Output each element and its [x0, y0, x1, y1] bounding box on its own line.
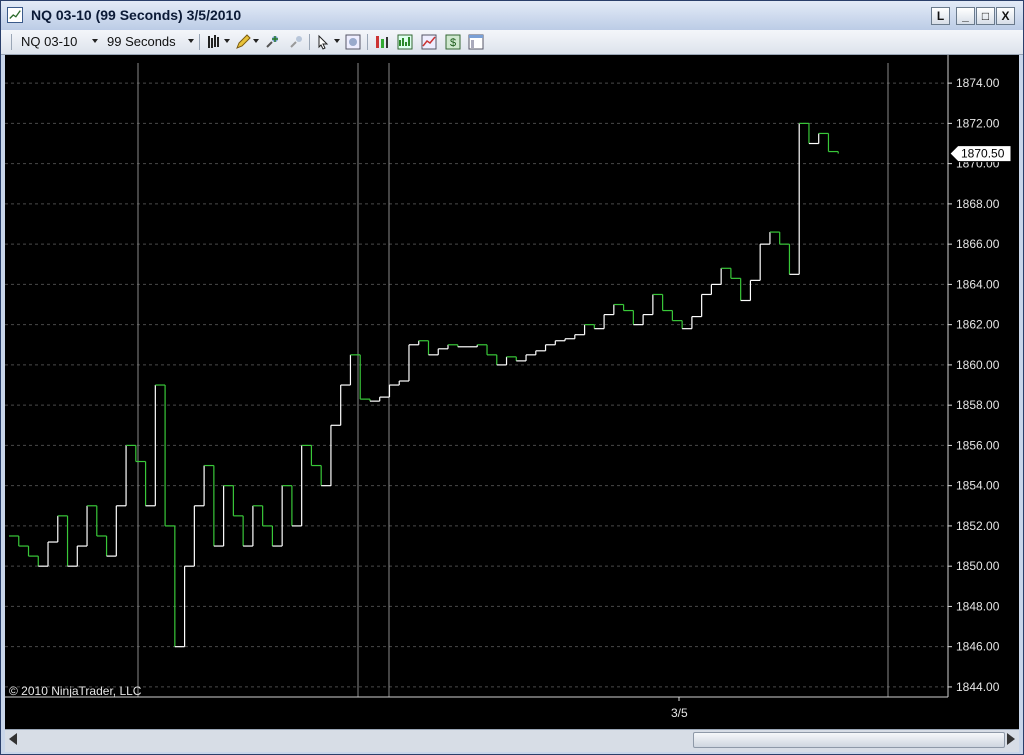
y-tick-label: 1846.00 [956, 640, 1000, 654]
toolbar-separator [367, 34, 368, 50]
chart-window: NQ 03-10 (99 Seconds) 3/5/2010 L _ □ X N… [0, 0, 1024, 755]
bar-type-dropdown-icon[interactable] [224, 39, 230, 43]
zoom-in-icon[interactable] [264, 34, 280, 50]
cursor-icon[interactable] [316, 34, 332, 50]
close-button[interactable]: X [996, 7, 1015, 25]
data-box-icon[interactable] [345, 34, 361, 50]
chart-style-icon[interactable] [421, 34, 437, 50]
instrument-dropdown-icon[interactable] [92, 39, 98, 43]
y-tick-label: 1850.00 [956, 559, 1000, 573]
draw-dropdown-icon[interactable] [253, 39, 259, 43]
zoom-out-icon[interactable] [288, 34, 304, 50]
y-tick-label: 1844.00 [956, 680, 1000, 694]
copyright-text: © 2010 NinjaTrader, LLC [9, 684, 142, 698]
y-tick-label: 1856.00 [956, 438, 1000, 452]
scroll-right-icon[interactable] [1007, 733, 1015, 745]
price-chart[interactable]: 1844.00 1846.00 1848.00 1850.00 1852.00 1854.… [5, 55, 1019, 729]
minimize-button[interactable]: _ [956, 7, 975, 25]
dollar-icon[interactable]: $ [445, 34, 461, 50]
toolbar-separator [199, 34, 200, 50]
instrument-selector[interactable]: NQ 03-10 [21, 34, 77, 49]
price-chart-svg[interactable]: 1844.00 1846.00 1848.00 1850.00 1852.00 1854.… [5, 55, 1019, 729]
strategy-icon[interactable] [374, 34, 390, 50]
y-tick-label: 1860.00 [956, 358, 1000, 372]
maximize-button[interactable]: □ [976, 7, 995, 25]
interval-selector[interactable]: 99 Seconds [107, 34, 176, 49]
chart-toolbar: NQ 03-10 99 Seconds $ [1, 30, 1023, 55]
cursor-dropdown-icon[interactable] [334, 39, 340, 43]
last-price-marker: 1870.50 [949, 145, 1012, 163]
y-tick-label: 1868.00 [956, 197, 1000, 211]
y-tick-label: 1872.00 [956, 116, 1000, 130]
scroll-left-icon[interactable] [9, 733, 17, 745]
interval-dropdown-icon[interactable] [188, 39, 194, 43]
y-tick-label: 1866.00 [956, 237, 1000, 251]
bar-type-icon[interactable] [206, 34, 222, 50]
y-tick-label: 1858.00 [956, 398, 1000, 412]
last-price-label: 1870.50 [961, 147, 1005, 161]
y-tick-label: 1874.00 [956, 76, 1000, 90]
layout-button[interactable]: L [931, 7, 950, 25]
y-tick-label: 1854.00 [956, 479, 1000, 493]
window-title: NQ 03-10 (99 Seconds) 3/5/2010 [31, 7, 242, 23]
y-tick-label: 1862.00 [956, 318, 1000, 332]
title-bar[interactable]: NQ 03-10 (99 Seconds) 3/5/2010 L _ □ X [1, 1, 1023, 30]
indicator-icon[interactable] [397, 34, 413, 50]
horizontal-scrollbar[interactable] [5, 729, 1019, 752]
toolbar-separator [309, 34, 310, 50]
properties-icon[interactable] [468, 34, 484, 50]
y-tick-label: 1852.00 [956, 519, 1000, 533]
date-axis-label: 3/5 [671, 706, 688, 720]
toolbar-separator [11, 34, 12, 50]
svg-text:$: $ [450, 37, 456, 49]
y-tick-label: 1848.00 [956, 599, 1000, 613]
pencil-draw-icon[interactable] [235, 34, 251, 50]
chart-app-icon [7, 7, 23, 23]
y-tick-label: 1864.00 [956, 277, 1000, 291]
scroll-thumb[interactable] [693, 732, 1005, 748]
